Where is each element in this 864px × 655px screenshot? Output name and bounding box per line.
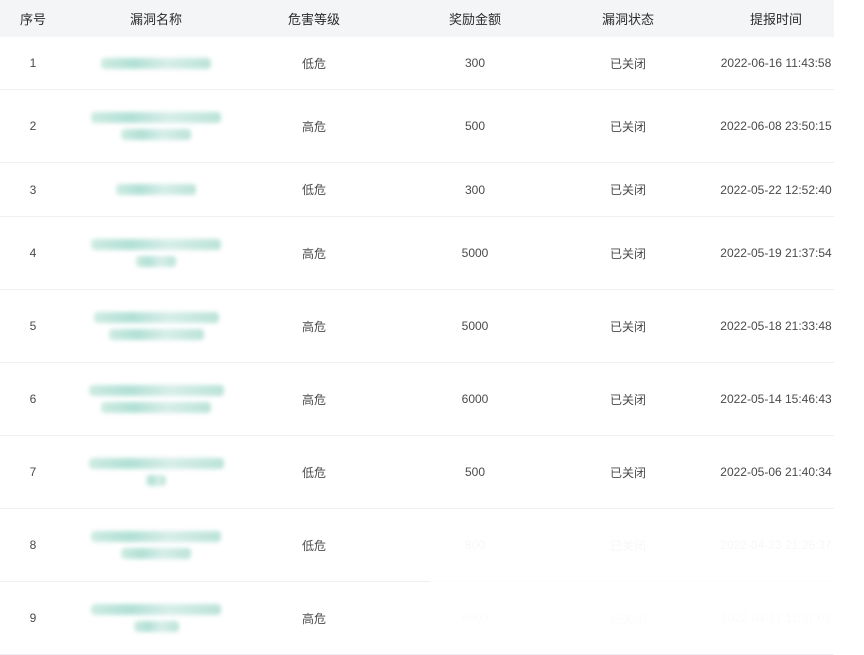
cell-time: 2022-04-23 21:25:37 (720, 538, 832, 552)
header-time: 提报时间 (749, 12, 802, 27)
cell-name-redacted (66, 604, 246, 632)
table-row[interactable]: 5 高危 5000 已关闭 2022-05-18 21:33:48 (0, 290, 834, 363)
cell-index: 2 (29, 119, 37, 133)
cell-level: 高危 (301, 319, 326, 334)
cell-index: 3 (29, 182, 37, 197)
cell-time: 2022-05-18 21:33:48 (720, 319, 832, 333)
cell-status: 已关闭 (609, 246, 646, 261)
cell-time: 2022-05-06 21:40:34 (720, 465, 832, 479)
cell-level: 高危 (301, 246, 326, 261)
cell-name-redacted (66, 312, 246, 340)
cell-reward: 5000 (461, 246, 489, 260)
cell-level: 高危 (301, 611, 326, 626)
cell-time: 2022-05-19 21:37:54 (720, 246, 832, 260)
cell-level: 高危 (301, 119, 326, 134)
cell-reward: 500 (464, 465, 486, 479)
cell-status: 已关闭 (609, 56, 646, 71)
table-header: 序号 漏洞名称 危害等级 奖励金额 漏洞状态 提报时间 (0, 0, 834, 37)
cell-reward: 5000 (461, 319, 489, 333)
cell-index: 5 (29, 319, 37, 333)
cell-status: 已关闭 (609, 465, 646, 480)
cell-time: 2022-06-08 23:50:15 (720, 119, 832, 133)
table-row[interactable]: 4 高危 5000 已关闭 2022-05-19 21:37:54 (0, 217, 834, 290)
cell-index: 4 (29, 246, 37, 260)
cell-name-redacted (66, 385, 246, 413)
cell-reward: 300 (464, 182, 486, 197)
cell-reward: 300 (464, 56, 486, 70)
cell-status: 已关闭 (609, 319, 646, 334)
cell-time: 2022-05-22 12:52:40 (720, 182, 832, 197)
cell-reward: 800 (464, 538, 486, 552)
vulnerability-table: 序号 漏洞名称 危害等级 奖励金额 漏洞状态 提报时间 1 低危 300 已关闭… (0, 0, 864, 655)
cell-time: 2022-06-16 11:43:58 (720, 56, 832, 70)
cell-status: 已关闭 (609, 538, 646, 553)
table-row[interactable]: 7 低危 500 已关闭 2022-05-06 21:40:34 (0, 436, 834, 509)
header-status: 漏洞状态 (601, 12, 654, 27)
cell-level: 低危 (301, 56, 326, 71)
cell-level: 低危 (301, 465, 326, 480)
cell-index: 1 (29, 56, 37, 70)
table-row[interactable]: 2 高危 500 已关闭 2022-06-08 23:50:15 (0, 90, 834, 163)
header-name: 漏洞名称 (129, 12, 182, 27)
table-row[interactable]: 8 低危 800 已关闭 2022-04-23 21:25:37 (0, 509, 834, 582)
header-level: 危害等级 (287, 12, 340, 27)
cell-index: 7 (29, 465, 37, 479)
header-index: 序号 (19, 12, 46, 27)
table-row[interactable]: 1 低危 300 已关闭 2022-06-16 11:43:58 (0, 37, 834, 90)
table-row[interactable]: 9 高危 6000 已关闭 2022-04-27 11:31:03 (0, 582, 834, 655)
cell-status: 已关闭 (609, 119, 646, 134)
cell-name-redacted (66, 57, 246, 69)
cell-index: 8 (29, 538, 37, 552)
cell-level: 高危 (301, 392, 326, 407)
table-row[interactable]: 3 低危 300 已关闭 2022-05-22 12:52:40 (0, 163, 834, 217)
cell-name-redacted (66, 458, 246, 486)
cell-time: 2022-04-27 11:31:03 (720, 611, 832, 625)
table-row[interactable]: 6 高危 6000 已关闭 2022-05-14 15:46:43 (0, 363, 834, 436)
cell-name-redacted (66, 112, 246, 140)
cell-name-redacted (66, 239, 246, 267)
cell-level: 低危 (301, 538, 326, 553)
header-reward: 奖励金额 (448, 12, 501, 27)
cell-status: 已关闭 (609, 611, 646, 626)
cell-level: 低危 (301, 183, 326, 197)
cell-time: 2022-05-14 15:46:43 (720, 392, 832, 406)
cell-name-redacted (66, 531, 246, 559)
cell-index: 6 (29, 392, 37, 406)
cell-reward: 6000 (461, 392, 489, 406)
cell-name-redacted (66, 184, 246, 195)
cell-reward: 6000 (461, 611, 489, 625)
cell-reward: 500 (464, 119, 486, 133)
cell-status: 已关闭 (609, 392, 646, 407)
cell-status: 已关闭 (609, 183, 646, 197)
cell-index: 9 (29, 611, 37, 625)
